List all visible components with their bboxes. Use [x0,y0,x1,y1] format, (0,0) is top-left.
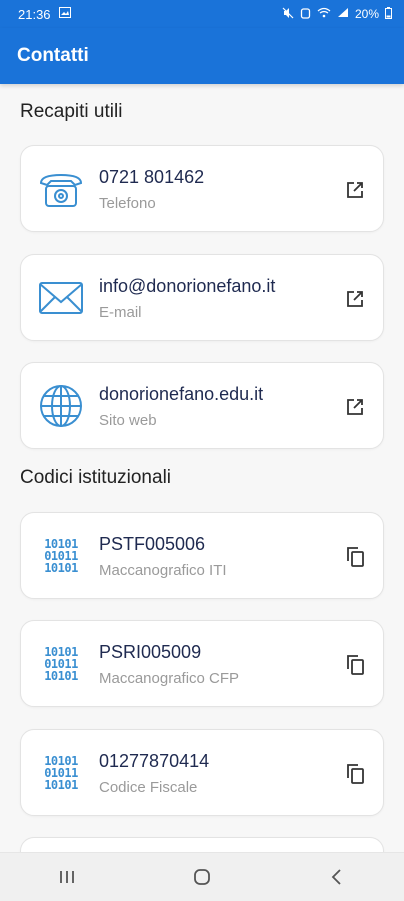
open-external-icon[interactable] [343,178,367,202]
copy-icon[interactable] [343,545,367,569]
system-navigation-bar [0,852,404,901]
code-card-fiscal[interactable]: 10101 01011 10101 01277870414 Codice Fisca… [20,729,384,816]
envelope-icon [37,274,85,322]
mute-icon [282,7,294,22]
contact-card-website[interactable]: donorionefano.edu.it Sito web [20,362,384,449]
contact-label: E-mail [99,304,142,321]
contact-value: donorionefano.edu.it [99,384,264,404]
binary-code-icon: 10101 01011 10101 [44,537,78,575]
contact-card-phone[interactable]: 0721 801462 Telefono [20,145,384,232]
section-title-useful-contacts: Recapiti utili [20,101,123,122]
section-title-institutional-codes: Codici istituzionali [20,467,172,488]
code-label: Maccanografico ITI [99,562,227,579]
open-external-icon[interactable] [343,287,367,311]
contact-value: info@donorionefano.it [99,276,276,296]
code-card-iti[interactable]: 10101 01011 10101 PSTF005006 Maccanografic… [20,512,384,599]
code-value: 01277870414 [99,751,210,771]
telephone-icon [37,165,85,213]
image-notification-icon [58,7,71,21]
alarm-icon [300,7,311,22]
code-value: PSTF005006 [99,534,206,554]
signal-icon [337,7,349,21]
status-bar: 21:36 20% [0,0,404,28]
battery-percent: 20% [354,7,379,21]
battery-icon [385,6,392,22]
app-bar: Contatti [0,28,404,84]
page-title: Contatti [17,45,89,66]
contact-label: Sito web [99,412,157,429]
code-value: PSRI005009 [99,642,202,662]
code-label: Maccanografico CFP [99,670,240,687]
contact-label: Telefono [99,195,156,212]
status-time: 21:36 [18,6,51,22]
wifi-icon [317,7,331,21]
contact-card-email[interactable]: info@donorionefano.it E-mail [20,254,384,341]
contacts-list[interactable]: Recapiti utili 0721 801462 Telefono info… [0,84,404,852]
globe-icon [37,382,85,430]
code-card-cfp[interactable]: 10101 01011 10101 PSRI005009 Maccanografic… [20,620,384,707]
home-icon[interactable] [172,857,232,897]
binary-code-icon: 10101 01011 10101 [44,754,78,792]
copy-icon[interactable] [343,653,367,677]
copy-icon[interactable] [343,762,367,786]
contact-value: 0721 801462 [99,167,205,187]
code-label: Codice Fiscale [99,779,198,796]
code-card-partial[interactable] [20,837,384,852]
back-icon[interactable] [307,857,367,897]
open-external-icon[interactable] [343,395,367,419]
recent-apps-icon[interactable] [37,857,97,897]
binary-code-icon: 10101 01011 10101 [44,645,78,683]
